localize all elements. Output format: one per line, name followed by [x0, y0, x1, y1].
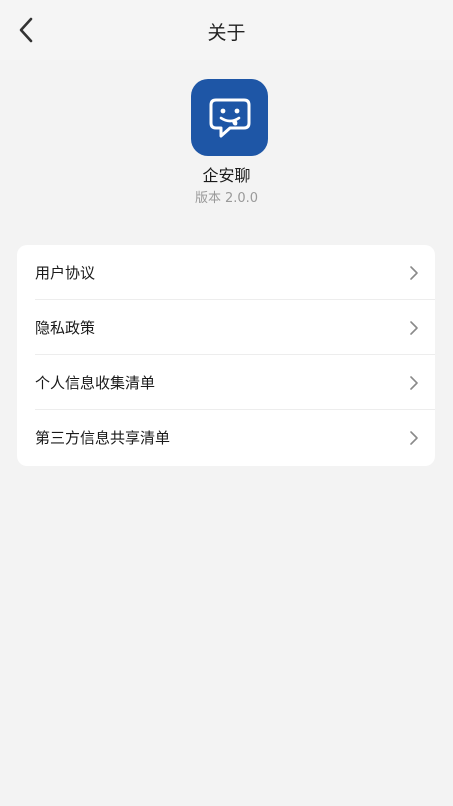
page-title: 关于 — [207, 22, 246, 44]
version-number: 2.0.0 — [224, 191, 259, 206]
chevron-right-icon — [410, 376, 418, 390]
chevron-right-icon — [410, 431, 418, 445]
menu-item-label: 个人信息收集清单 — [35, 374, 156, 392]
app-version: 版本 2.0.0 — [0, 187, 453, 206]
chat-bubble-smile-icon — [209, 98, 250, 137]
app-logo — [191, 79, 268, 156]
menu-item-user-agreement[interactable]: 用户协议 — [17, 245, 435, 300]
top-nav-bar: 关于 — [0, 0, 453, 60]
menu-item-privacy-policy[interactable]: 隐私政策 — [17, 300, 435, 355]
menu-item-label: 第三方信息共享清单 — [35, 429, 171, 447]
chevron-right-icon — [410, 266, 418, 280]
version-label: 版本 — [194, 191, 221, 206]
about-menu-card: 用户协议 隐私政策 个人信息收集清单 第三方信息共享清单 — [17, 245, 435, 466]
menu-item-third-party-sharing-list[interactable]: 第三方信息共享清单 — [17, 410, 435, 465]
menu-item-label: 用户协议 — [35, 264, 96, 282]
chevron-right-icon — [410, 321, 418, 335]
menu-item-personal-info-list[interactable]: 个人信息收集清单 — [17, 355, 435, 410]
menu-item-label: 隐私政策 — [35, 319, 96, 337]
app-name: 企安聊 — [202, 166, 251, 185]
